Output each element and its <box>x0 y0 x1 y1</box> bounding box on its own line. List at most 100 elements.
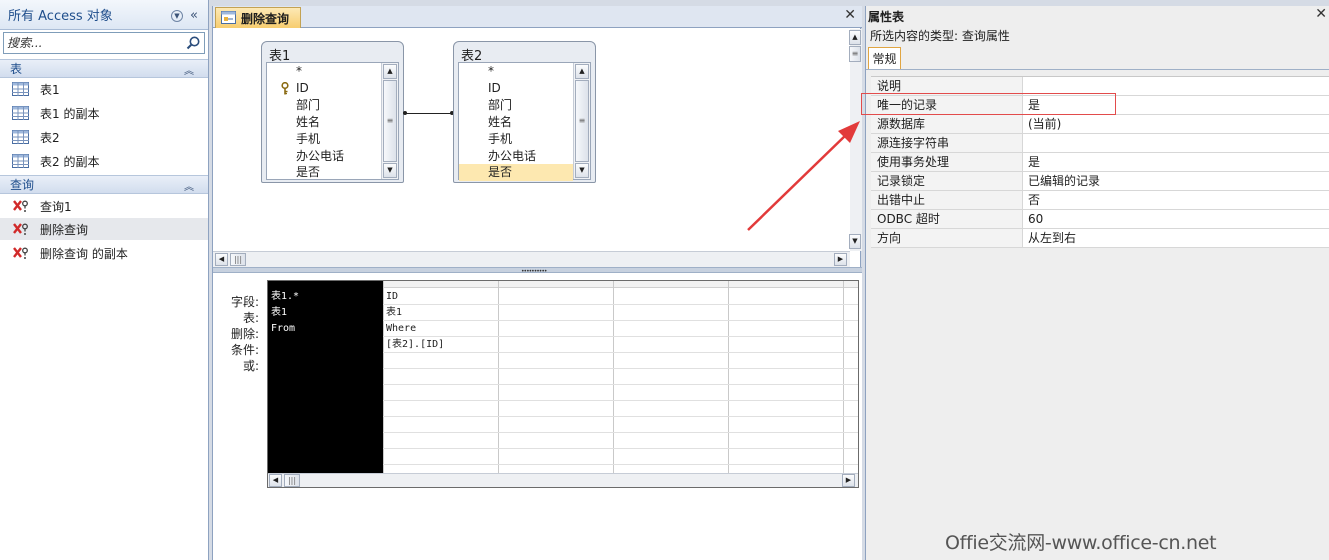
property-value[interactable]: 已编辑的记录 <box>1024 172 1100 190</box>
nav-search-box <box>3 32 205 54</box>
table-icon <box>12 130 29 144</box>
grid-cell-delete[interactable]: From <box>268 321 295 337</box>
nav-item-table[interactable]: 表2 <box>0 126 208 148</box>
field-item[interactable]: * <box>267 63 381 80</box>
scroll-down-icon[interactable]: ▼ <box>575 163 589 178</box>
field-item[interactable]: * <box>459 63 573 80</box>
field-item[interactable]: 办公电话 <box>459 148 573 165</box>
grid-divider <box>383 400 858 401</box>
grid-horizontal-scrollbar[interactable]: ◀ ||| ▶ <box>268 473 858 487</box>
field-list-table1[interactable]: 表1 * ID 部门 姓名 手机 办公电话 是否 ▲ ≡ ▼ <box>261 41 404 183</box>
design-grid[interactable]: 表1.* 表1 From ID 表1 Where [表2].[ID] ◀ |||… <box>267 280 859 488</box>
grid-cell-criteria[interactable]: [表2].[ID] <box>383 337 444 353</box>
scroll-down-icon[interactable]: ▼ <box>849 234 861 249</box>
property-row-orientation[interactable]: 方向 从左到右 <box>871 229 1329 248</box>
property-value[interactable]: 从左到右 <box>1024 229 1076 247</box>
property-row-record-locks[interactable]: 记录锁定 已编辑的记录 <box>871 172 1329 191</box>
nav-group-tables[interactable]: 表 ︽ <box>0 59 208 78</box>
property-value[interactable]: (当前) <box>1024 115 1061 133</box>
property-value[interactable]: 否 <box>1024 191 1040 209</box>
chevron-down-icon[interactable]: ▼ <box>171 10 183 22</box>
property-value[interactable]: 是 <box>1024 153 1040 171</box>
field-item[interactable]: 手机 <box>459 131 573 148</box>
diagram-horizontal-scrollbar[interactable]: ◀ ||| ▶ <box>213 251 850 267</box>
property-row-source-connect[interactable]: 源连接字符串 <box>871 134 1329 153</box>
nav-item-query[interactable]: 查询1 <box>0 195 208 217</box>
scroll-up-icon[interactable]: ▲ <box>383 64 397 79</box>
grid-divider <box>383 448 858 449</box>
scroll-right-icon[interactable]: ▶ <box>834 253 847 266</box>
property-name: ODBC 超时 <box>871 210 1023 228</box>
field-list-scrollbar[interactable]: ▲ ≡ ▼ <box>381 63 398 179</box>
property-row-use-transaction[interactable]: 使用事务处理 是 <box>871 153 1329 172</box>
nav-item-query[interactable]: 删除查询 的副本 <box>0 242 208 264</box>
scroll-left-icon[interactable]: ◀ <box>269 474 282 487</box>
tab-general[interactable]: 常规 <box>868 47 901 69</box>
property-row-fail-on-error[interactable]: 出错中止 否 <box>871 191 1329 210</box>
property-value[interactable] <box>1024 134 1028 152</box>
collapse-group-icon[interactable]: ︽ <box>184 178 194 193</box>
scroll-up-icon[interactable]: ▲ <box>575 64 589 79</box>
scroll-down-icon[interactable]: ▼ <box>383 163 397 178</box>
join-line[interactable] <box>404 113 453 114</box>
collapse-pane-icon[interactable]: « <box>190 8 198 23</box>
field-list-scrollbar[interactable]: ▲ ≡ ▼ <box>573 63 590 179</box>
field-item[interactable]: 部门 <box>459 97 573 114</box>
nav-header[interactable]: 所有 Access 对象 ▼ « <box>0 0 208 30</box>
navigation-pane: 所有 Access 对象 ▼ « 表 ︽ 表1 表1 的副本 表2 表2 的副本… <box>0 0 209 560</box>
nav-item-table[interactable]: 表2 的副本 <box>0 150 208 172</box>
field-item[interactable]: ID <box>459 80 573 97</box>
tab-delete-query[interactable]: 删除查询 <box>215 7 301 28</box>
field-item[interactable]: 部门 <box>267 97 381 114</box>
grid-cell-delete[interactable]: Where <box>383 321 416 337</box>
property-name: 使用事务处理 <box>871 153 1023 171</box>
scroll-right-icon[interactable]: ▶ <box>842 474 855 487</box>
scroll-thumb[interactable]: ||| <box>284 474 300 487</box>
field-list: * ID 部门 姓名 手机 办公电话 是否 ▲ ≡ ▼ <box>458 62 591 181</box>
field-item[interactable]: 手机 <box>267 131 381 148</box>
field-item[interactable]: 是否 <box>267 164 381 181</box>
field-item[interactable]: ID <box>267 80 381 97</box>
nav-group-queries[interactable]: 查询 ︽ <box>0 175 208 194</box>
grid-divider <box>383 336 858 337</box>
grid-cell-field[interactable]: 表1.* <box>268 289 299 305</box>
delete-query-icon <box>13 223 28 235</box>
field-item[interactable]: 办公电话 <box>267 148 381 165</box>
scroll-left-icon[interactable]: ◀ <box>215 253 228 266</box>
nav-item-query-selected[interactable]: 删除查询 <box>0 218 208 240</box>
grid-cell-table[interactable]: 表1 <box>383 305 402 321</box>
field-item[interactable]: 姓名 <box>267 114 381 131</box>
nav-item-table[interactable]: 表1 的副本 <box>0 102 208 124</box>
selection-type-label: 所选内容的类型: 查询属性 <box>870 29 1010 43</box>
field-list-table2[interactable]: 表2 * ID 部门 姓名 手机 办公电话 是否 ▲ ≡ ▼ <box>453 41 596 183</box>
delete-query-icon <box>13 200 28 212</box>
column-selector-bar[interactable] <box>383 281 858 288</box>
collapse-group-icon[interactable]: ︽ <box>184 62 194 77</box>
property-name: 源连接字符串 <box>871 134 1023 152</box>
search-icon[interactable] <box>185 35 201 51</box>
scroll-thumb[interactable]: ||| <box>230 253 246 266</box>
tab-label: 删除查询 <box>241 11 290 26</box>
field-item-highlighted[interactable]: 是否 <box>459 164 573 181</box>
scroll-thumb[interactable]: ≡ <box>575 80 589 162</box>
scroll-up-icon[interactable]: ▲ <box>849 30 861 45</box>
field-item[interactable]: 姓名 <box>459 114 573 131</box>
property-value[interactable]: 60 <box>1024 210 1043 228</box>
nav-group-label: 查询 <box>10 178 35 192</box>
grid-divider <box>383 320 858 321</box>
row-label-delete: 删除: <box>230 327 259 341</box>
property-row-odbc-timeout[interactable]: ODBC 超时 60 <box>871 210 1329 229</box>
grid-cell-table[interactable]: 表1 <box>268 305 287 321</box>
scroll-thumb[interactable]: ≡ <box>849 46 861 62</box>
row-label-table: 表: <box>242 311 259 325</box>
scroll-thumb[interactable]: ≡ <box>383 80 397 162</box>
grid-cell-field[interactable]: ID <box>383 289 398 305</box>
property-row-source-database[interactable]: 源数据库 (当前) <box>871 115 1329 134</box>
grid-cell-criteria[interactable] <box>268 337 271 353</box>
close-icon[interactable]: ✕ <box>844 7 856 23</box>
query-design-icon <box>221 11 236 24</box>
property-sheet: 属性表 ✕ 所选内容的类型: 查询属性 常规 说明 唯一的记录 是 源数据库 (… <box>865 6 1329 560</box>
close-icon[interactable]: ✕ <box>1315 6 1327 22</box>
search-input[interactable] <box>4 36 184 50</box>
nav-item-table[interactable]: 表1 <box>0 78 208 100</box>
